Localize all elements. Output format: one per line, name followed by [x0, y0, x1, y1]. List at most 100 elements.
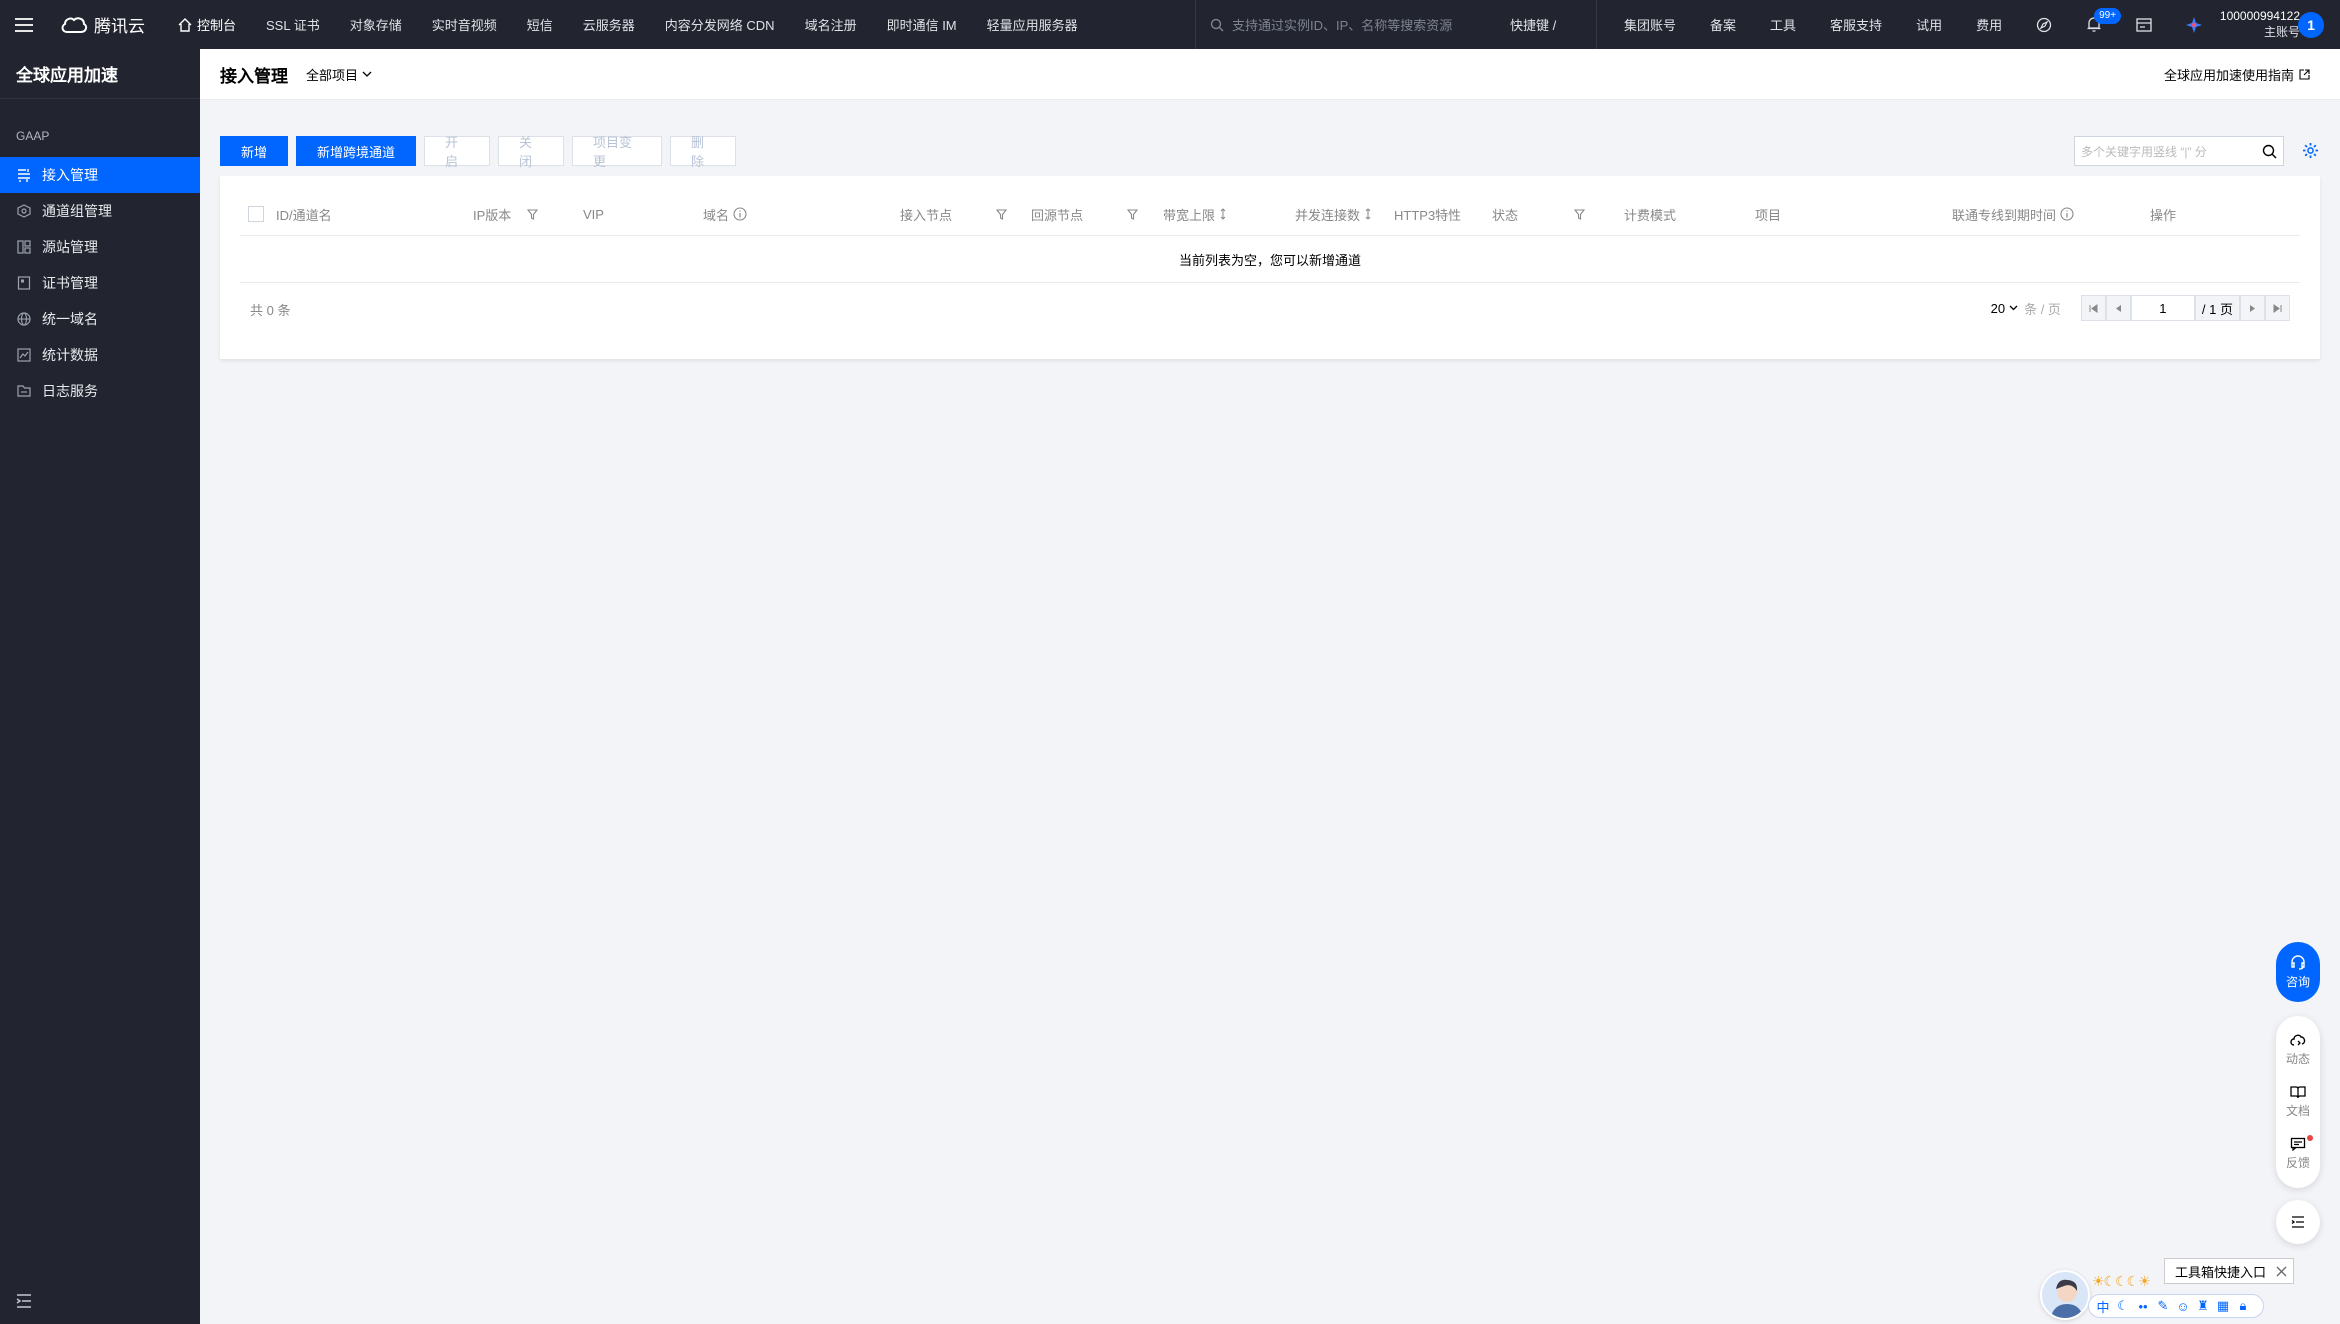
filter-icon[interactable] [1574, 208, 1586, 220]
filter-icon[interactable] [1127, 208, 1139, 220]
nav-icp[interactable]: 备案 [1693, 0, 1753, 49]
weather-icons: ☀☾☾☾☀ [2092, 1273, 2151, 1289]
toolbox-lang[interactable]: 中 [2095, 1297, 2111, 1316]
nav-cos[interactable]: 对象存储 [335, 0, 417, 49]
page-title: 接入管理 [220, 66, 288, 86]
nav-cvm[interactable]: 云服务器 [568, 0, 650, 49]
sidebar-item-label: 接入管理 [42, 167, 98, 183]
docs-button[interactable]: 文档 [2286, 1085, 2310, 1119]
shirt-icon[interactable]: ♜ [2195, 1298, 2211, 1314]
assistant-avatar[interactable] [2040, 1270, 2090, 1320]
next-page-button[interactable] [2240, 295, 2265, 321]
sort-icon[interactable] [1219, 208, 1227, 220]
filter-icon[interactable] [527, 208, 539, 220]
consult-button[interactable]: 咨询 [2276, 942, 2320, 1002]
access-icon [16, 167, 32, 183]
sidebar-item-log[interactable]: 日志服务 [0, 373, 200, 409]
moon-icon[interactable]: ☾ [2115, 1298, 2131, 1314]
sidebar-item-origin[interactable]: 源站管理 [0, 229, 200, 265]
menu-toggle-button[interactable] [0, 0, 48, 49]
sidebar-item-channel-group[interactable]: 通道组管理 [0, 193, 200, 229]
book-icon [2290, 1086, 2306, 1099]
nav-trial[interactable]: 试用 [1899, 0, 1959, 49]
nav-group-account[interactable]: 集团账号 [1607, 0, 1693, 49]
delete-button[interactable]: 删除 [670, 135, 737, 169]
nav-ssl[interactable]: SSL 证书 [251, 0, 335, 49]
page-header: 接入管理 全部项目 全球应用加速使用指南 [200, 49, 2340, 100]
hamburger-icon [15, 17, 33, 32]
sidebar-item-label: 通道组管理 [42, 203, 112, 219]
page-nav: 1 / 1 页 [2080, 295, 2290, 321]
updates-button[interactable]: 动态 [2286, 1033, 2310, 1067]
right-nav: 集团账号 备案 工具 客服支持 试用 费用 99+ [1596, 0, 2219, 49]
nav-cdn[interactable]: 内容分发网络 CDN [650, 0, 790, 49]
new-button[interactable]: 新增 [220, 136, 289, 166]
usage-guide-link[interactable]: 全球应用加速使用指南 [2164, 49, 2310, 100]
last-page-button[interactable] [2265, 295, 2290, 321]
sidebar-item-label: 统计数据 [42, 347, 98, 363]
nav-trtc[interactable]: 实时音视频 [417, 0, 512, 49]
select-all-checkbox[interactable] [248, 206, 264, 222]
compass-button[interactable] [2019, 0, 2069, 49]
nav-support[interactable]: 客服支持 [1813, 0, 1899, 49]
ticket-button[interactable] [2119, 0, 2169, 49]
page-size-select[interactable]: 20 [1991, 301, 2018, 316]
sort-icon[interactable] [1364, 208, 1372, 220]
toolbox-tooltip: 工具箱快捷入口 [2164, 1258, 2294, 1284]
col-access-node-label: 接入节点 [900, 207, 953, 223]
sidebar-item-domain[interactable]: 统一域名 [0, 301, 200, 337]
close-icon[interactable] [2276, 1266, 2287, 1277]
nav-lighthouse[interactable]: 轻量应用服务器 [972, 0, 1093, 49]
usage-guide-label: 全球应用加速使用指南 [2163, 68, 2294, 83]
nav-tools[interactable]: 工具 [1753, 0, 1813, 49]
float-menu-button[interactable] [2276, 1200, 2320, 1244]
prev-page-icon [2115, 304, 2121, 312]
sidebar-item-label: 日志服务 [42, 383, 98, 399]
col-vip: VIP [583, 206, 604, 222]
feedback-button[interactable]: 反馈 [2286, 1135, 2313, 1171]
nav-domain[interactable]: 域名注册 [790, 0, 872, 49]
page-number-input[interactable]: 1 [2130, 295, 2195, 321]
account-info[interactable]: 100000994122 主账号 [2195, 8, 2300, 40]
toolbox-bar: 中 ☾ •• ✎ ☺ ♜ ▦ 🔒︎ [2088, 1294, 2264, 1318]
col-origin-node-label: 回源节点 [1031, 207, 1084, 223]
new-cross-border-button[interactable]: 新增跨境通道 [296, 136, 417, 166]
col-actions: 操作 [2150, 207, 2177, 223]
grid-icon[interactable]: ▦ [2215, 1298, 2231, 1314]
sidebar-item-certificate[interactable]: 证书管理 [0, 265, 200, 301]
shortcut-hint[interactable]: 快捷键 / [1510, 0, 1556, 49]
filter-icon[interactable] [996, 208, 1008, 220]
avatar[interactable]: 1 [2298, 12, 2324, 38]
nav-console[interactable]: 控制台 [163, 0, 251, 49]
notification-button[interactable]: 99+ [2069, 0, 2122, 49]
col-concurrency-label: 并发连接数 [1295, 207, 1361, 223]
sidebar-item-access[interactable]: 接入管理 [0, 157, 200, 193]
brand-logo[interactable]: 腾讯云 [60, 12, 145, 37]
info-icon[interactable] [733, 207, 747, 221]
close-button[interactable]: 关闭 [498, 135, 565, 169]
notification-badge: 99+ [2094, 8, 2122, 24]
lock-icon[interactable]: 🔒︎ [2235, 1298, 2251, 1314]
prev-page-button[interactable] [2105, 295, 2131, 321]
sidebar-item-stats[interactable]: 统计数据 [0, 337, 200, 373]
feedback-red-dot [2307, 1135, 2313, 1141]
list-search-input[interactable]: 多个关键字用竖线 “|” 分 [2074, 136, 2284, 166]
nav-billing[interactable]: 费用 [1959, 0, 2019, 49]
nav-sms[interactable]: 短信 [512, 0, 568, 49]
open-button[interactable]: 开启 [424, 135, 491, 169]
dots-icon[interactable]: •• [2135, 1299, 2151, 1314]
origin-icon [16, 239, 32, 255]
project-select[interactable]: 全部项目 [306, 65, 372, 84]
project-change-button[interactable]: 项目变更 [572, 135, 663, 169]
updates-label: 动态 [2285, 1052, 2310, 1066]
smile-icon[interactable]: ☺ [2175, 1299, 2191, 1314]
sidebar-item-label: 源站管理 [42, 239, 98, 255]
sidebar-collapse-button[interactable] [16, 1294, 32, 1308]
table-settings-button[interactable] [2302, 142, 2319, 159]
sidebar-title: 全球应用加速 [0, 49, 200, 99]
consult-label: 咨询 [2285, 975, 2310, 989]
wrench-icon[interactable]: ✎ [2155, 1298, 2171, 1314]
first-page-button[interactable] [2080, 295, 2106, 321]
nav-im[interactable]: 即时通信 IM [872, 0, 972, 49]
info-icon[interactable] [2060, 207, 2074, 221]
